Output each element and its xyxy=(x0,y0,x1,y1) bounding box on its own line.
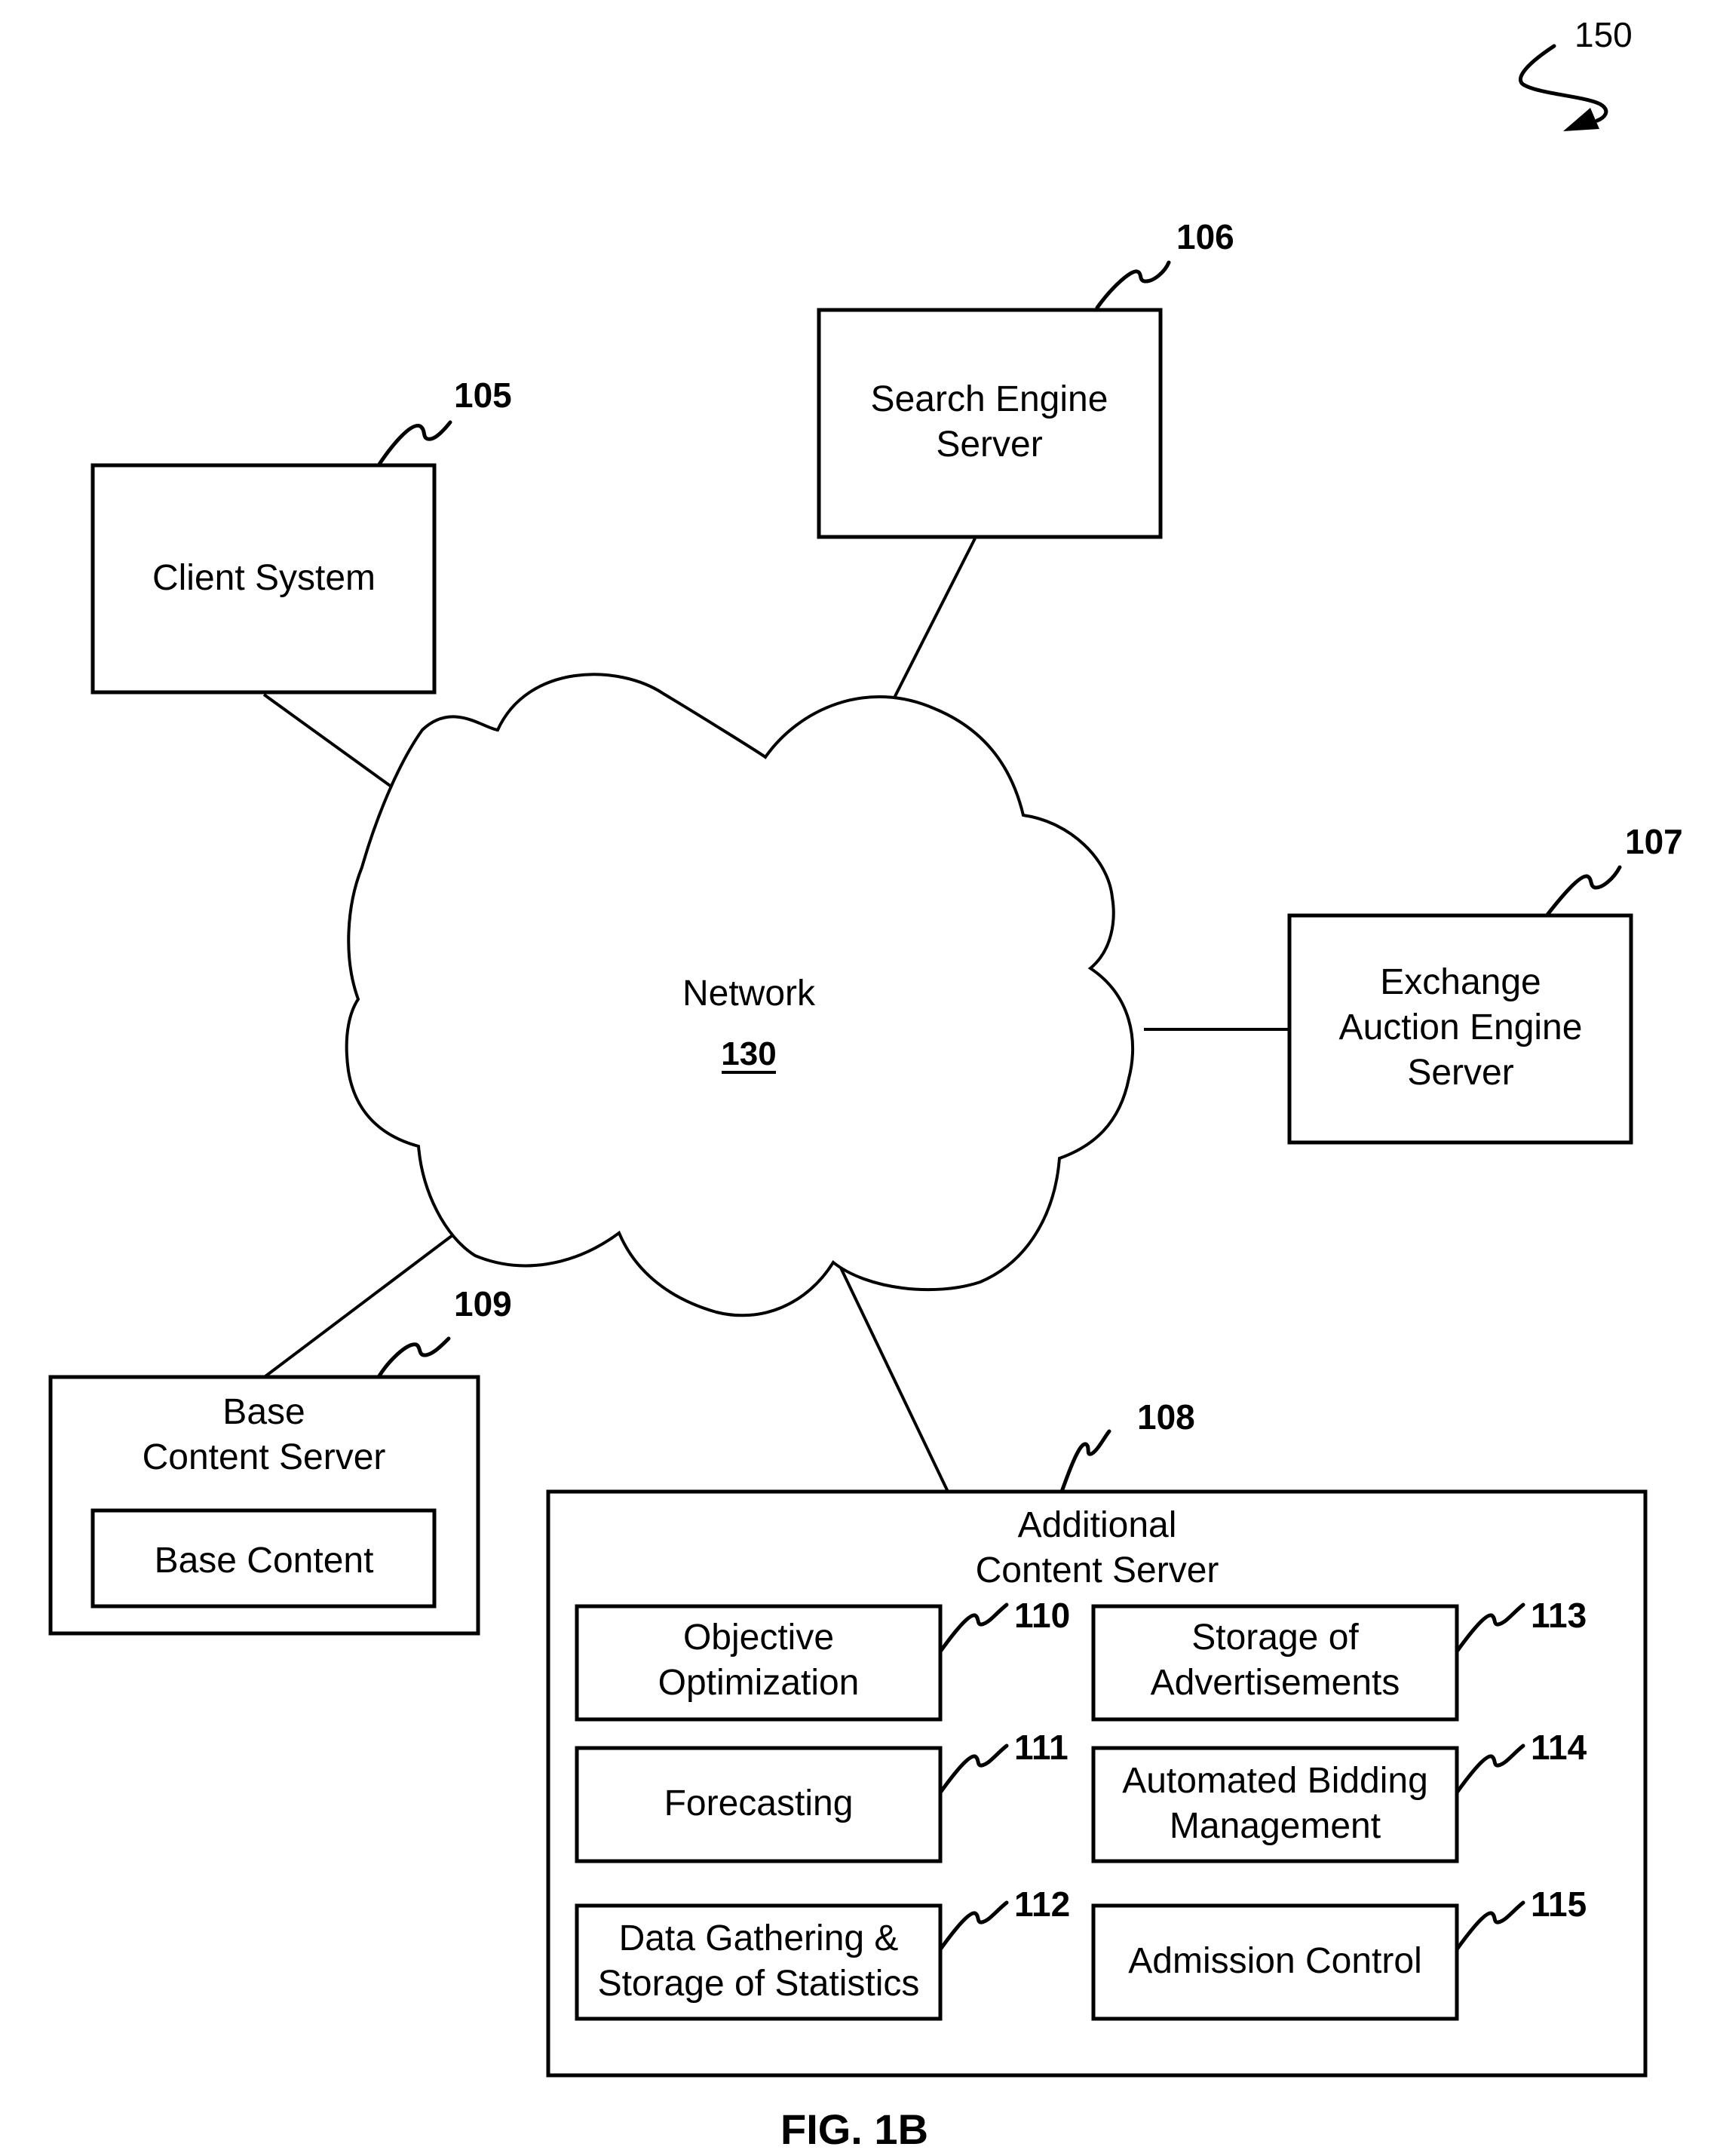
client-system-label: Client System xyxy=(152,558,376,598)
arrowhead-icon xyxy=(1563,108,1599,131)
leader-105-icon xyxy=(376,420,452,468)
leader-107-icon xyxy=(1545,865,1622,917)
base-server-label-line2: Content Server xyxy=(143,1437,386,1477)
additional-server-label-line1: Additional xyxy=(1018,1505,1177,1545)
diagram-canvas: 150 Network 130 Client System 105 Search… xyxy=(48,15,1683,2153)
module-110-ref: 110 xyxy=(1014,1596,1070,1635)
exchange-label-line3: Server xyxy=(1407,1053,1513,1093)
network-label: Network xyxy=(682,974,816,1014)
search-engine-server-node: Search Engine Server 106 xyxy=(817,217,1234,539)
exchange-auction-engine-server-node: Exchange Auction Engine Server 107 xyxy=(1287,822,1683,1145)
module-113-line2: Advertisements xyxy=(1151,1663,1400,1703)
network-ref: 130 xyxy=(721,1035,776,1072)
additional-server-ref: 108 xyxy=(1137,1397,1195,1437)
module-111-line1: Forecasting xyxy=(664,1783,854,1823)
additional-server-label-line2: Content Server xyxy=(976,1550,1219,1590)
module-115-line1: Admission Control xyxy=(1128,1941,1421,1981)
base-server-label-line1: Base xyxy=(222,1392,305,1432)
network-cloud: Network 130 xyxy=(345,673,1135,1317)
search-engine-label-line1: Search Engine xyxy=(871,379,1108,419)
additional-content-server-node: Additional Content Server 108 Objective … xyxy=(546,1397,1648,2078)
module-111-ref: 111 xyxy=(1014,1728,1069,1767)
search-engine-ref: 106 xyxy=(1176,217,1234,256)
module-115-ref: 115 xyxy=(1531,1885,1587,1924)
figure-caption: FIG. 1B xyxy=(780,2105,928,2153)
client-system-ref: 105 xyxy=(454,376,512,415)
module-110-line2: Optimization xyxy=(658,1663,860,1703)
leader-108-icon xyxy=(1059,1429,1111,1494)
module-112-line2: Storage of Statistics xyxy=(598,1964,920,2004)
figure-ref-150: 150 xyxy=(1518,15,1633,131)
base-content-label: Base Content xyxy=(155,1541,374,1581)
module-112-ref: 112 xyxy=(1014,1885,1070,1924)
module-113-line1: Storage of xyxy=(1191,1618,1359,1658)
module-114-ref: 114 xyxy=(1531,1728,1587,1767)
figure-ref-arrow-icon xyxy=(1518,44,1608,123)
connector-search-network xyxy=(888,538,977,707)
leader-106-icon xyxy=(1095,260,1171,310)
figure-ref-number: 150 xyxy=(1574,15,1633,54)
module-114-line2: Management xyxy=(1170,1806,1381,1846)
module-114-line1: Automated Bidding xyxy=(1122,1761,1428,1801)
module-110-line1: Objective xyxy=(683,1618,834,1658)
base-content-server-node: Base Content Server Base Content 109 xyxy=(48,1284,512,1636)
module-112-line1: Data Gathering & xyxy=(619,1918,899,1958)
base-server-ref: 109 xyxy=(454,1284,512,1323)
leader-109-icon xyxy=(376,1336,451,1379)
module-113-ref: 113 xyxy=(1531,1596,1587,1635)
client-system-node: Client System 105 xyxy=(90,376,512,695)
search-engine-label-line2: Server xyxy=(936,425,1042,465)
connector-base-network xyxy=(264,1218,475,1378)
exchange-ref: 107 xyxy=(1625,822,1683,861)
exchange-label-line2: Auction Engine xyxy=(1339,1007,1583,1047)
exchange-label-line1: Exchange xyxy=(1380,962,1541,1002)
